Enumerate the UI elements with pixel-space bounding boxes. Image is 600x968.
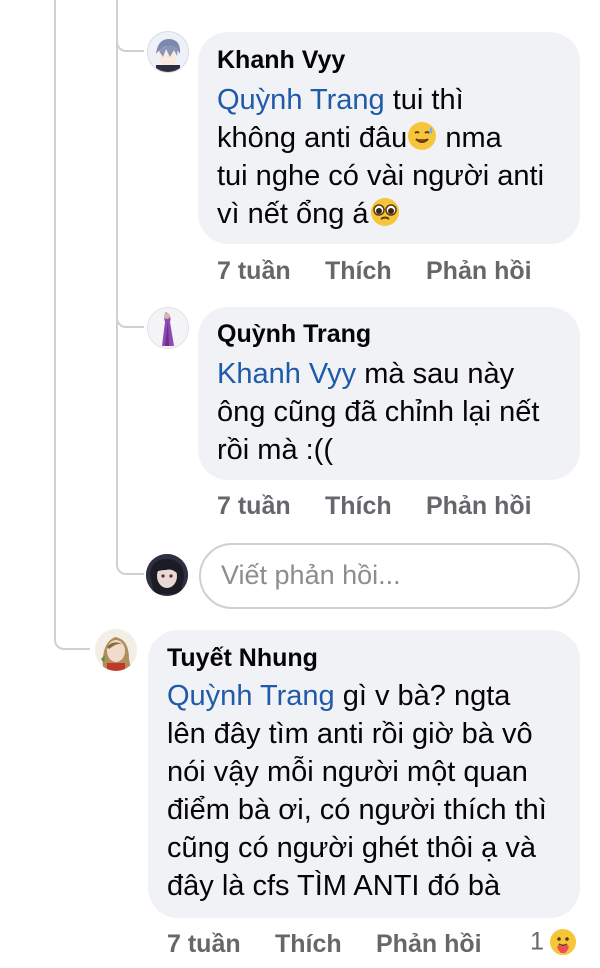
avatar-quynh-trang[interactable] (147, 307, 189, 349)
reply-button-3[interactable]: Phản hồi (376, 930, 482, 959)
mention-1[interactable]: Quỳnh Trang (217, 84, 385, 116)
mention-2[interactable]: Khanh Vyy (217, 358, 356, 390)
connector-4 (54, 624, 90, 650)
timestamp-1[interactable]: 7 tuần (217, 257, 291, 286)
avatar-current-user[interactable] (146, 554, 188, 596)
dark-anime-avatar-icon (146, 554, 188, 596)
comment-text-1: Quỳnh Trang tui thì không anti đâu nma t… (217, 84, 545, 230)
reply-button-2[interactable]: Phản hồi (426, 492, 532, 521)
comment-text-3: Quỳnh Trang gì v bà? ngta lên đây tìm an… (167, 680, 547, 902)
like-button-1[interactable]: Thích (325, 257, 392, 286)
like-button-2[interactable]: Thích (325, 492, 392, 521)
connector-1 (116, 30, 144, 52)
reply-input[interactable]: Viết phản hồi... (199, 543, 580, 609)
comment-author-1[interactable]: Khanh Vyy (217, 46, 345, 75)
pleading-face-emoji-icon (370, 198, 399, 226)
timestamp-2[interactable]: 7 tuần (217, 492, 291, 521)
thread-line-outer (54, 0, 56, 640)
avatar-tuyet-nhung[interactable] (95, 629, 137, 671)
mention-3[interactable]: Quỳnh Trang (167, 680, 335, 712)
anime-avatar-icon (148, 32, 188, 72)
comment-author-2[interactable]: Quỳnh Trang (217, 320, 371, 349)
sweat-smile-emoji-icon (408, 122, 437, 150)
reaction-summary[interactable]: 1 (530, 927, 579, 961)
illustrated-avatar-icon (95, 629, 137, 671)
timestamp-3[interactable]: 7 tuần (167, 930, 241, 959)
comment-text-2: Khanh Vyy mà sau này ông cũng đã chỉnh l… (217, 358, 540, 466)
reply-button-1[interactable]: Phản hồi (426, 257, 532, 286)
connector-2 (116, 306, 144, 328)
figure-avatar-icon (148, 308, 188, 348)
like-button-3[interactable]: Thích (275, 930, 342, 959)
connector-3 (116, 553, 144, 575)
comment-author-3[interactable]: Tuyết Nhung (167, 644, 318, 673)
care-reaction-icon (548, 927, 579, 957)
avatar-khanh-vyy[interactable] (147, 31, 189, 73)
thread-line-inner (116, 0, 118, 560)
reply-input-placeholder: Viết phản hồi... (221, 560, 401, 590)
reaction-count: 1 (530, 927, 544, 956)
